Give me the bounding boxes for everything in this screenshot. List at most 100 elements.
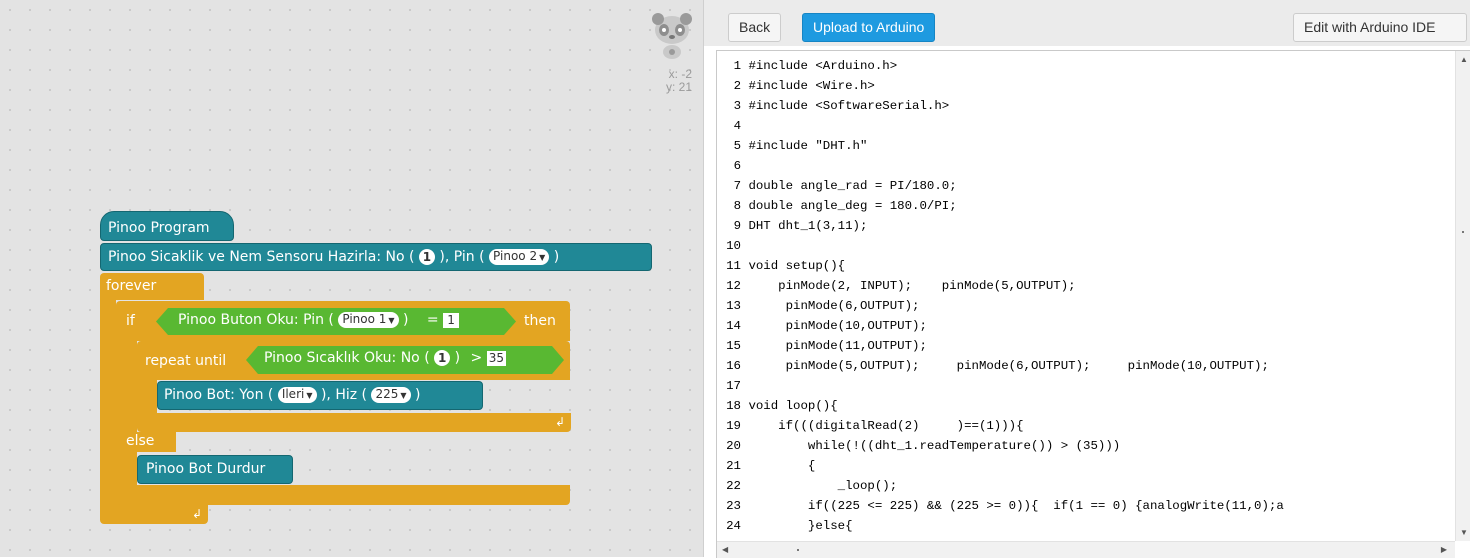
line-text: DHT dht_1(3,11); <box>748 219 868 233</box>
line-number: 8 <box>733 199 741 213</box>
line-number: 1 <box>733 59 741 73</box>
scroll-thumb[interactable] <box>1462 231 1464 233</box>
edit-with-arduino-ide-button[interactable]: Edit with Arduino IDE <box>1293 13 1467 42</box>
line-text: pinMode(11,OUTPUT); <box>748 339 927 353</box>
temp-no-value[interactable]: 1 <box>434 350 450 366</box>
scroll-right-icon[interactable]: ▶ <box>1441 545 1447 554</box>
if-else-footer[interactable] <box>116 485 570 505</box>
button-read-prefix: Pinoo Buton Oku: Pin ( <box>178 312 334 328</box>
line-text: void loop(){ <box>748 399 838 413</box>
code-lines[interactable]: 1 #include <Arduino.h> 2 #include <Wire.h… <box>717 56 1455 534</box>
repeat-until-label: repeat until <box>145 353 227 369</box>
line-number: 24 <box>726 519 741 533</box>
code-line[interactable]: 1 #include <Arduino.h> <box>717 56 1455 76</box>
panda-sprite-icon[interactable] <box>650 10 694 60</box>
code-line[interactable]: 4 <box>717 116 1455 136</box>
vertical-scrollbar[interactable]: ▲ ▼ <box>1455 51 1470 541</box>
code-line[interactable]: 17 <box>717 376 1455 396</box>
sprite-coordinates: x: -2 y: 21 <box>650 68 692 94</box>
line-text: #include "DHT.h" <box>748 139 868 153</box>
dropdown-arrow-icon: ▼ <box>400 391 407 400</box>
code-line[interactable]: 19 if(((digitalRead(2) )==(1))){ <box>717 416 1455 436</box>
horizontal-scrollbar[interactable]: ◀ ▶ <box>717 541 1455 558</box>
scroll-down-icon[interactable]: ▼ <box>1460 528 1468 537</box>
line-text: _loop(); <box>748 479 898 493</box>
bot-stop-label: Pinoo Bot Durdur <box>146 461 266 477</box>
code-line[interactable]: 22 _loop(); <box>717 476 1455 496</box>
line-text: pinMode(6,OUTPUT); <box>748 299 920 313</box>
code-line[interactable]: 8 double angle_deg = 180.0/PI; <box>717 196 1455 216</box>
button-pin-dropdown[interactable]: Pinoo 1 ▼ <box>338 312 398 328</box>
bot-direction-dropdown[interactable]: Ileri ▼ <box>277 387 317 403</box>
sensor-pin-dropdown[interactable]: Pinoo 2 ▼ <box>489 249 550 265</box>
line-text: if(((digitalRead(2) )==(1))){ <box>748 419 1024 433</box>
else-row[interactable]: else <box>116 432 176 452</box>
button-pin-value: Pinoo 1 <box>342 312 387 326</box>
code-line[interactable]: 23 if((225 <= 225) && (225 >= 0)){ if(1 … <box>717 496 1455 516</box>
dropdown-arrow-icon: ▼ <box>388 316 395 325</box>
bot-move-suffix: ) <box>414 387 421 403</box>
line-text: #include <SoftwareSerial.h> <box>748 99 950 113</box>
loop-arrow-icon: ↲ <box>191 507 202 521</box>
temp-read-suffix: ) <box>454 350 461 366</box>
line-number: 12 <box>726 279 741 293</box>
code-line[interactable]: 21 { <box>717 456 1455 476</box>
else-label: else <box>126 433 155 449</box>
temp-read-prefix: Pinoo Sıcaklık Oku: No ( <box>264 350 430 366</box>
code-line[interactable]: 7 double angle_rad = PI/180.0; <box>717 176 1455 196</box>
line-number: 10 <box>726 239 741 253</box>
scroll-thumb[interactable] <box>797 549 799 551</box>
code-line[interactable]: 3 #include <SoftwareSerial.h> <box>717 96 1455 116</box>
line-number: 18 <box>726 399 741 413</box>
bot-stop-block[interactable]: Pinoo Bot Durdur <box>137 455 293 484</box>
line-text: void setup(){ <box>748 259 846 273</box>
upload-to-arduino-button[interactable]: Upload to Arduino <box>802 13 936 42</box>
line-number: 6 <box>733 159 741 173</box>
block-workspace[interactable]: x: -2 y: 21 Pinoo Program Pinoo Sicaklik… <box>0 0 704 557</box>
forever-header[interactable]: forever <box>100 273 204 300</box>
back-button[interactable]: Back <box>728 13 782 42</box>
bot-speed-dropdown[interactable]: 225 ▼ <box>371 387 411 403</box>
dropdown-arrow-icon: ▼ <box>539 253 546 262</box>
code-editor[interactable]: 1 #include <Arduino.h> 2 #include <Wire.h… <box>716 50 1470 558</box>
sensor-setup-block[interactable]: Pinoo Sicaklik ve Nem Sensoru Hazirla: N… <box>100 243 652 271</box>
code-line[interactable]: 13 pinMode(6,OUTPUT); <box>717 296 1455 316</box>
button-read-condition[interactable]: Pinoo Buton Oku: Pin ( Pinoo 1 ▼ ) = 1 <box>156 308 516 335</box>
code-line[interactable]: 15 pinMode(11,OUTPUT); <box>717 336 1455 356</box>
temp-compare-condition[interactable]: Pinoo Sıcaklık Oku: No ( 1 ) > 35 <box>246 346 564 374</box>
code-line[interactable]: 5 #include "DHT.h" <box>717 136 1455 156</box>
repeat-until-footer[interactable]: ↲ <box>137 413 571 432</box>
if-arm <box>116 341 137 505</box>
code-toolbar: Back Upload to Arduino Edit with Arduino… <box>704 0 1470 46</box>
program-hat-block[interactable]: Pinoo Program <box>100 211 234 241</box>
line-number: 23 <box>726 499 741 513</box>
button-read-suffix: ) <box>403 312 409 328</box>
scroll-left-icon[interactable]: ◀ <box>722 545 728 554</box>
loop-arrow-icon: ↲ <box>554 415 565 429</box>
equals-value[interactable]: 1 <box>443 313 459 328</box>
code-line[interactable]: 10 <box>717 236 1455 256</box>
line-number: 11 <box>726 259 741 273</box>
sensor-no-value[interactable]: 1 <box>418 249 435 265</box>
code-line[interactable]: 16 pinMode(5,OUTPUT); pinMode(6,OUTPUT);… <box>717 356 1455 376</box>
line-text: if((225 <= 225) && (225 >= 0)){ if(1 == … <box>748 499 1284 513</box>
greater-value[interactable]: 35 <box>487 351 506 366</box>
code-line[interactable]: 18 void loop(){ <box>717 396 1455 416</box>
bot-move-block[interactable]: Pinoo Bot: Yon ( Ileri ▼ ), Hiz ( 225 ▼ ) <box>157 381 483 410</box>
forever-label: forever <box>106 278 157 294</box>
forever-footer[interactable]: ↲ <box>100 505 208 524</box>
code-line[interactable]: 20 while(!((dht_1.readTemperature()) > (… <box>717 436 1455 456</box>
line-number: 15 <box>726 339 741 353</box>
line-text: { <box>748 459 816 473</box>
scroll-up-icon[interactable]: ▲ <box>1460 55 1468 64</box>
code-line[interactable]: 12 pinMode(2, INPUT); pinMode(5,OUTPUT); <box>717 276 1455 296</box>
then-label: then <box>524 313 556 329</box>
code-line[interactable]: 9 DHT dht_1(3,11); <box>717 216 1455 236</box>
code-line[interactable]: 2 #include <Wire.h> <box>717 76 1455 96</box>
code-line[interactable]: 24 }else{ <box>717 516 1455 534</box>
code-line[interactable]: 11 void setup(){ <box>717 256 1455 276</box>
code-line[interactable]: 6 <box>717 156 1455 176</box>
code-line[interactable]: 14 pinMode(10,OUTPUT); <box>717 316 1455 336</box>
sensor-setup-suffix: ) <box>553 249 560 265</box>
if-label: if <box>126 313 135 329</box>
